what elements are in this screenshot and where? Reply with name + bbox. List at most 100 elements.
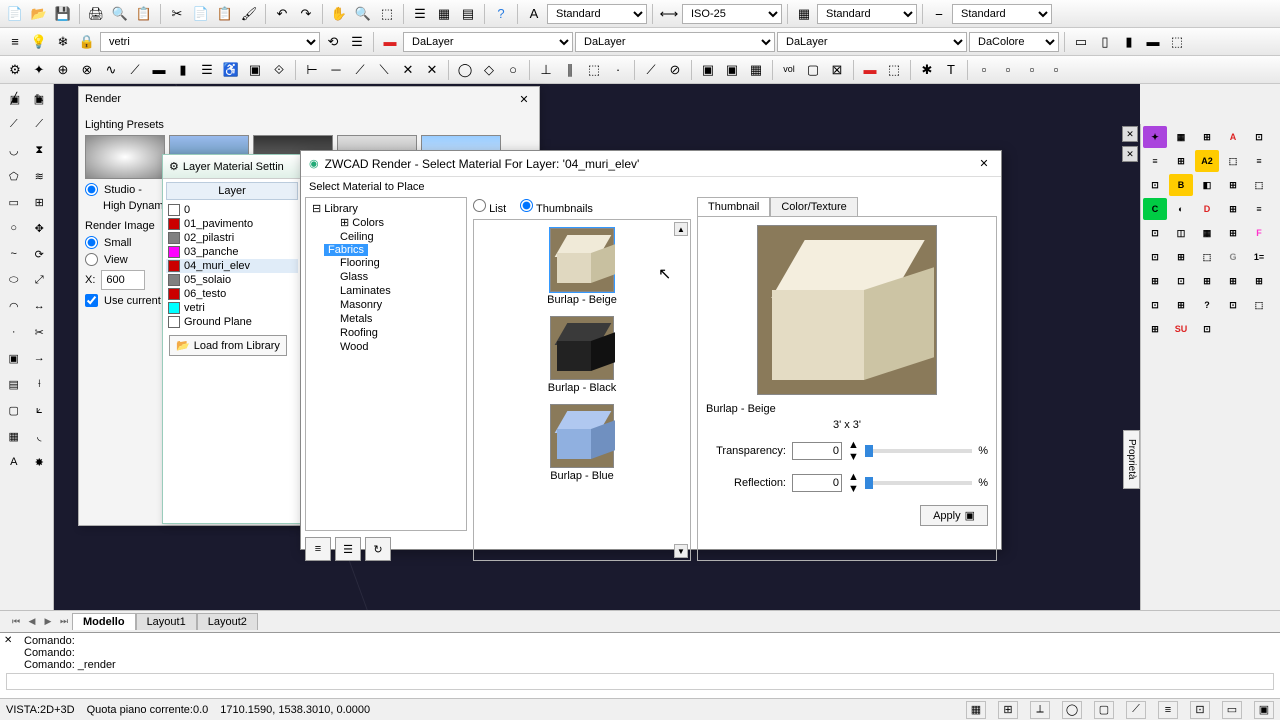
rt-icon[interactable]: SU (1169, 318, 1193, 340)
tree-btn-icon[interactable]: ≡ (305, 537, 331, 561)
panel-close-icon[interactable]: ✕ (1122, 126, 1138, 142)
t3d-icon[interactable]: ▬ (859, 59, 881, 81)
chamfer-icon[interactable]: ⟀ (28, 398, 52, 422)
osnap-par-icon[interactable]: ∥ (559, 59, 581, 81)
material-thumb[interactable]: Burlap - Black (548, 316, 616, 394)
tree-node[interactable]: Laminates (324, 284, 462, 298)
rt-icon[interactable]: ⊡ (1195, 318, 1219, 340)
osnap-node-icon[interactable]: ⬚ (583, 59, 605, 81)
linetype-select[interactable]: DaLayer (403, 32, 573, 52)
misc-icon-5[interactable]: ⬚ (1166, 31, 1188, 53)
rt-icon[interactable]: ▦ (1169, 126, 1193, 148)
spin-down-icon[interactable]: ▼ (848, 451, 859, 463)
scroll-up-icon[interactable]: ▲ (674, 222, 688, 236)
redo-icon[interactable]: ↷ (295, 3, 317, 25)
rt-icon[interactable]: ⬚ (1247, 174, 1271, 196)
tab-first-icon[interactable]: ⏮ (8, 614, 24, 630)
tree-node[interactable]: Roofing (324, 326, 462, 340)
print-icon[interactable]: 🖨 (85, 3, 107, 25)
rt-icon[interactable]: ⊞ (1221, 174, 1245, 196)
match-icon[interactable]: 🖌 (238, 3, 260, 25)
misc-icon-2[interactable]: ▯ (1094, 31, 1116, 53)
snap-grid-icon[interactable]: ▦ (966, 701, 986, 719)
rect-icon[interactable]: ▭ (2, 190, 26, 214)
rt-icon[interactable]: ▦ (1195, 222, 1219, 244)
rt-icon[interactable]: ≡ (1247, 198, 1271, 220)
layer-state-icon[interactable]: 💡 (28, 31, 50, 53)
layer-prev-icon[interactable]: ⟲ (322, 31, 344, 53)
preset-thumb[interactable] (85, 135, 165, 179)
t3e-icon[interactable]: ✱ (916, 59, 938, 81)
layer-lock-icon[interactable]: 🔒 (76, 31, 98, 53)
lt-icon[interactable]: ▣ (4, 88, 26, 110)
rt-icon[interactable]: ⊡ (1143, 294, 1167, 316)
studio-radio[interactable] (85, 183, 98, 196)
t3-icon[interactable]: ⚙ (4, 59, 26, 81)
trim-icon[interactable]: ✂ (28, 320, 52, 344)
hatch-icon[interactable]: ▤ (2, 372, 26, 396)
tree-node[interactable]: Wood (324, 340, 462, 354)
model-icon[interactable]: ▭ (1222, 701, 1242, 719)
rt-icon[interactable]: ⊡ (1143, 246, 1167, 268)
t3-icon[interactable]: ☰ (196, 59, 218, 81)
rt-icon[interactable]: ⊞ (1221, 270, 1245, 292)
properties-icon[interactable]: ☰ (409, 3, 431, 25)
earc-icon[interactable]: ◠ (2, 294, 26, 318)
print-preview-icon[interactable]: 🔍 (109, 3, 131, 25)
rt-icon[interactable]: ⊞ (1143, 270, 1167, 292)
reflection-input[interactable] (792, 474, 842, 492)
thumbnails-radio[interactable] (520, 199, 533, 212)
design-center-icon[interactable]: ▦ (433, 3, 455, 25)
rt-icon[interactable]: ? (1195, 294, 1219, 316)
dyn-icon[interactable]: ⊡ (1190, 701, 1210, 719)
use-current-check[interactable] (85, 294, 98, 307)
tree-node[interactable]: Masonry (324, 298, 462, 312)
spin-down-icon[interactable]: ▼ (848, 483, 859, 495)
rt-icon[interactable]: ⊡ (1221, 294, 1245, 316)
table-style-icon[interactable]: ▦ (793, 3, 815, 25)
small-radio[interactable] (85, 236, 98, 249)
osnap-none-icon[interactable]: ⊘ (664, 59, 686, 81)
view-radio[interactable] (85, 253, 98, 266)
refresh-icon[interactable]: ↻ (365, 537, 391, 561)
t3f-icon[interactable]: ▫ (997, 59, 1019, 81)
circle-icon[interactable]: ○ (2, 216, 26, 240)
osnap-end-icon[interactable]: ⊢ (301, 59, 323, 81)
spline-icon[interactable]: ~ (2, 242, 26, 266)
tab-next-icon[interactable]: ▶ (40, 614, 56, 630)
tree-btn-icon[interactable]: ☰ (335, 537, 361, 561)
rt-icon[interactable]: ⊞ (1169, 246, 1193, 268)
text-style-select[interactable]: Standard (547, 4, 647, 24)
otrack-icon[interactable]: ⟋ (1126, 701, 1146, 719)
rotate-icon[interactable]: ⟳ (28, 242, 52, 266)
layer-item[interactable]: 05_solaio (166, 273, 298, 287)
tab-last-icon[interactable]: ⏭ (56, 614, 72, 630)
x-input[interactable] (101, 270, 145, 290)
rt-icon[interactable]: ≡ (1143, 150, 1167, 172)
layer-item[interactable]: vetri (166, 301, 298, 315)
zoom-icon[interactable]: 🔍 (352, 3, 374, 25)
offset-icon[interactable]: ≋ (28, 164, 52, 188)
t3-icon[interactable]: ▬ (148, 59, 170, 81)
lt-icon[interactable]: ▣ (28, 88, 50, 110)
command-input[interactable] (6, 673, 1274, 690)
osnap-icon[interactable]: ✕ (421, 59, 443, 81)
rt-icon[interactable]: ⊡ (1247, 126, 1271, 148)
region-icon[interactable]: ▢ (2, 398, 26, 422)
t3-icon[interactable]: ▣ (244, 59, 266, 81)
tab-layout2[interactable]: Layout2 (197, 613, 258, 630)
panel-close-icon[interactable]: ✕ (1122, 146, 1138, 162)
rt-icon[interactable]: F (1247, 222, 1271, 244)
copy-icon[interactable]: 📄 (190, 3, 212, 25)
rt-icon[interactable]: ⊡ (1169, 270, 1193, 292)
rt-icon[interactable]: A (1221, 126, 1245, 148)
transparency-input[interactable] (792, 442, 842, 460)
osnap-qua-icon[interactable]: ◇ (478, 59, 500, 81)
mleader-style-icon[interactable]: ⎯ (928, 3, 950, 25)
tree-node[interactable]: Glass (324, 270, 462, 284)
point-icon[interactable]: · (2, 320, 26, 344)
rt-icon[interactable]: G (1221, 246, 1245, 268)
array-icon[interactable]: ⊞ (28, 190, 52, 214)
break-icon[interactable]: ⟊ (28, 372, 52, 396)
spin-up-icon[interactable]: ▲ (848, 439, 859, 451)
